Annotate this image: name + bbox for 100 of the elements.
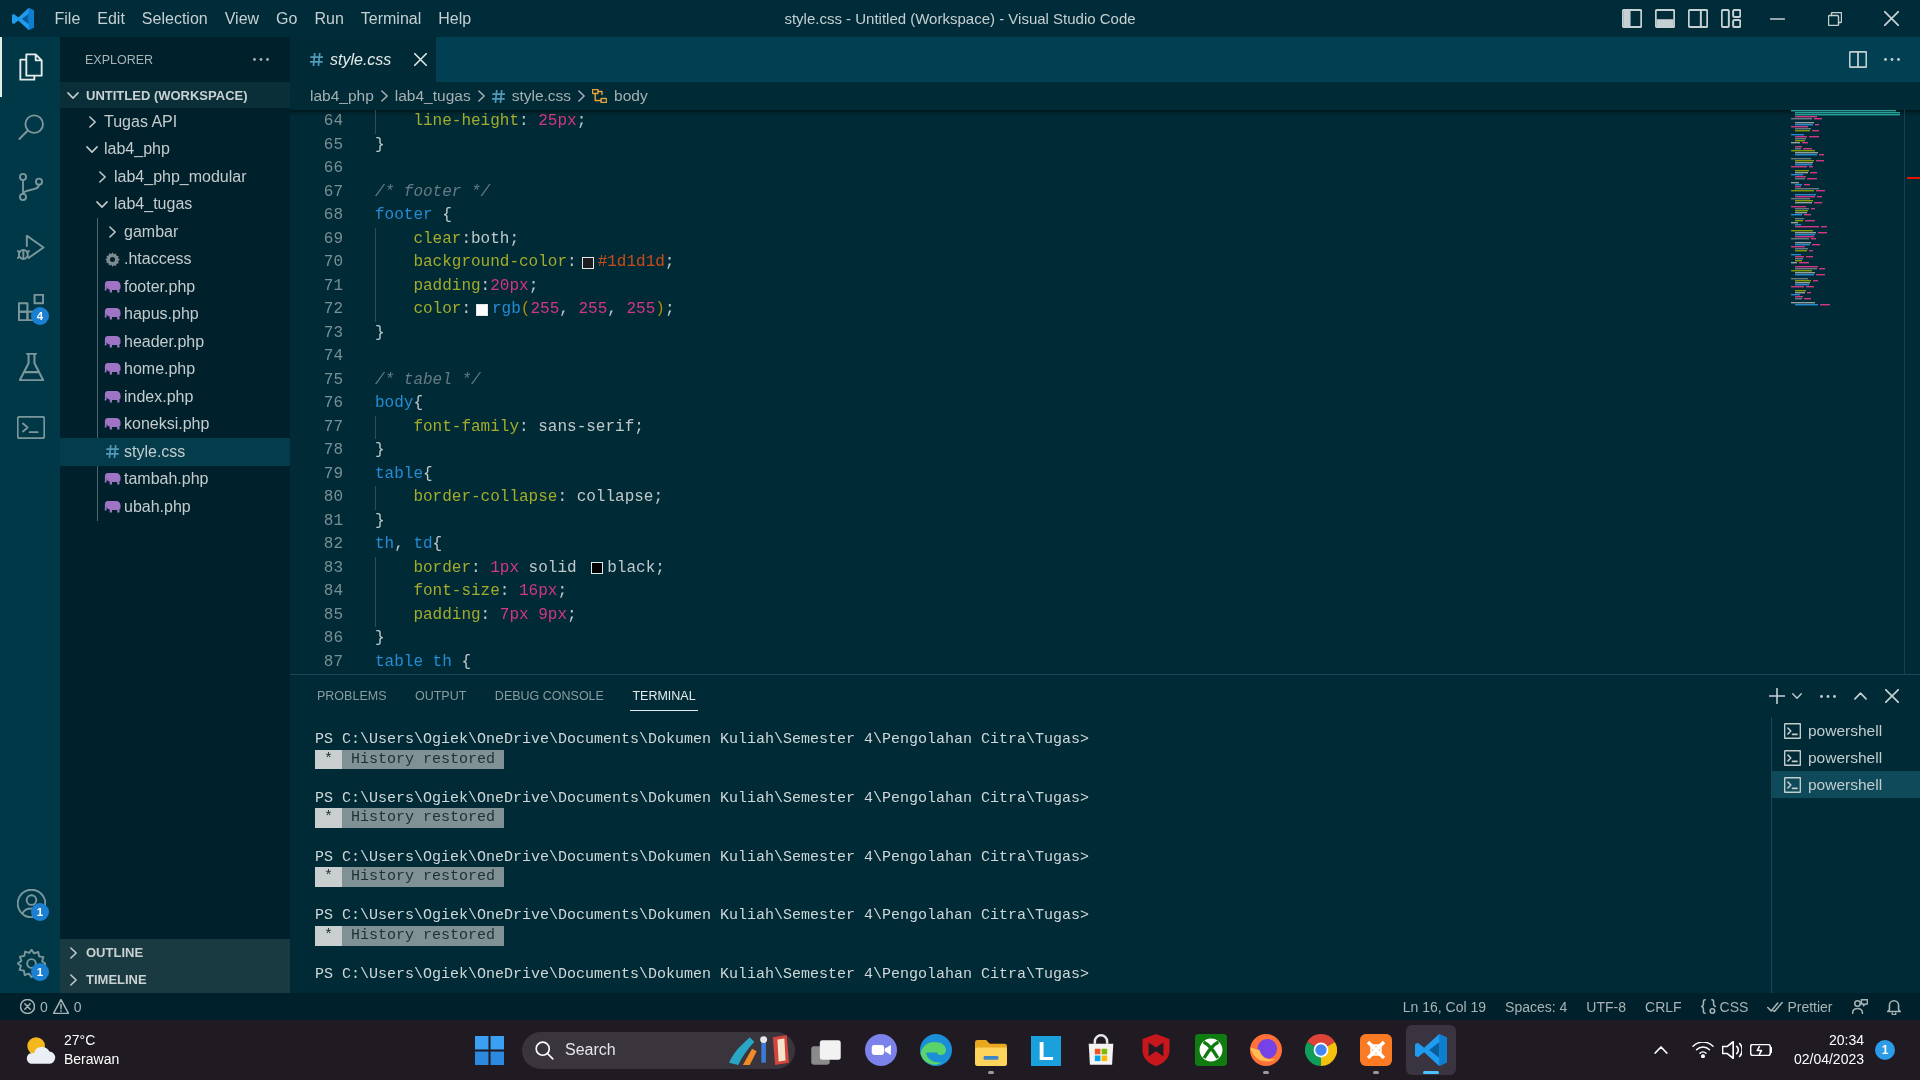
- search-bar[interactable]: Search: [522, 1031, 795, 1069]
- error-icon: [20, 999, 35, 1014]
- breadcrumb-item[interactable]: lab4_tugas: [394, 87, 471, 105]
- color-swatch-icon[interactable]: [476, 303, 488, 316]
- tree-item[interactable]: gambar: [60, 218, 290, 246]
- person-speech-icon[interactable]: [1851, 999, 1868, 1014]
- close-icon[interactable]: [1885, 689, 1899, 703]
- panel-tab[interactable]: OUTPUT: [412, 681, 469, 711]
- color-swatch-icon[interactable]: [581, 256, 594, 269]
- chevron-down-icon[interactable]: [1792, 693, 1802, 699]
- tree-item[interactable]: lab4_php: [60, 135, 290, 163]
- elephant-icon: [103, 280, 121, 293]
- tree-item[interactable]: ubah.php: [60, 493, 290, 521]
- shell-list-item[interactable]: powershell: [1772, 744, 1920, 771]
- line-number: 78: [322, 440, 343, 461]
- status-item[interactable]: UTF-8: [1576, 993, 1636, 1020]
- tree-item[interactable]: koneksi.php: [60, 410, 290, 438]
- battery-icon[interactable]: [1749, 1044, 1772, 1056]
- clock[interactable]: 20:34 02/04/2023: [1793, 1031, 1864, 1069]
- play-bug-icon: [17, 234, 45, 260]
- breadcrumb-item[interactable]: body: [592, 87, 648, 105]
- tree-item[interactable]: Tugas API: [60, 108, 290, 136]
- language-status-item[interactable]: CSS: [1691, 993, 1758, 1020]
- tree-item[interactable]: hapus.php: [60, 300, 290, 328]
- code-text: font-size: 16px;: [413, 581, 568, 602]
- four-squares-icon[interactable]: [474, 1035, 504, 1065]
- activity-tab[interactable]: 4: [0, 277, 60, 337]
- more-actions-icon[interactable]: [1820, 694, 1836, 698]
- line-number: 64: [322, 111, 343, 132]
- braces-icon: [1700, 999, 1716, 1014]
- symbol-tree-icon: [592, 89, 608, 103]
- tree-item[interactable]: header.php: [60, 328, 290, 356]
- menu-item[interactable]: File: [46, 0, 89, 37]
- close-icon[interactable]: [1884, 11, 1899, 26]
- tree-item[interactable]: tambah.php: [60, 465, 290, 493]
- panel-tab[interactable]: PROBLEMS: [315, 681, 389, 711]
- search-input[interactable]: Search: [554, 1035, 729, 1065]
- tree-item[interactable]: style.css: [60, 438, 290, 466]
- code-text: table th {: [375, 651, 471, 673]
- more-actions-icon[interactable]: [1884, 58, 1900, 61]
- menu-item[interactable]: Help: [429, 0, 480, 37]
- gear-icon: [16, 948, 46, 978]
- branch-icon: [19, 173, 43, 201]
- shell-list-item[interactable]: powershell: [1772, 717, 1920, 744]
- terminal-prompt: PS C:\Users\Ogiek\OneDrive\Documents\Dokumen Kuliah\Semester 4\Pengolahan Citra\Tugas>: [315, 907, 1090, 925]
- chevron-up-icon[interactable]: [1854, 692, 1867, 700]
- shell-list-item[interactable]: powershell: [1772, 771, 1920, 798]
- menu-item[interactable]: Go: [267, 0, 306, 37]
- menu-item[interactable]: View: [216, 0, 268, 37]
- formatter-status-item[interactable]: Prettier: [1757, 993, 1842, 1020]
- tree-item[interactable]: index.php: [60, 383, 290, 411]
- shopping-bag-icon: [1087, 1034, 1115, 1066]
- count-badge: 1: [31, 963, 49, 981]
- line-number: 85: [322, 604, 343, 626]
- more-actions-icon[interactable]: [253, 58, 269, 61]
- menu-item[interactable]: Edit: [88, 0, 134, 37]
- menu-item[interactable]: Terminal: [352, 0, 430, 37]
- plus-icon[interactable]: [1769, 688, 1785, 704]
- breadcrumb-item[interactable]: style.css: [491, 87, 572, 105]
- layout-grid-icon[interactable]: [1721, 9, 1741, 28]
- speaker-icon[interactable]: [1721, 1041, 1742, 1059]
- minimap[interactable]: [1789, 110, 1902, 306]
- line-number: 84: [322, 581, 343, 602]
- section-header[interactable]: TIMELINE: [60, 966, 290, 993]
- close-icon[interactable]: [414, 53, 427, 66]
- activity-button[interactable]: 1: [0, 933, 60, 993]
- weather-widget[interactable]: 27°C Berawan: [24, 1031, 120, 1069]
- section-header[interactable]: OUTLINE: [60, 939, 290, 966]
- code-text: border: 1px solid: [413, 557, 578, 579]
- panel-tab[interactable]: DEBUG CONSOLE: [492, 681, 606, 711]
- menu-item[interactable]: Selection: [133, 0, 217, 37]
- problems-status-item[interactable]: 0 0: [20, 993, 92, 1020]
- line-number: 81: [322, 510, 343, 532]
- tree-item[interactable]: lab4_tugas: [60, 190, 290, 218]
- minimize-icon[interactable]: [1770, 17, 1785, 20]
- section-header[interactable]: UNTITLED (WORKSPACE): [60, 82, 290, 108]
- activity-button[interactable]: 1: [0, 873, 60, 933]
- elephant-icon: [103, 418, 121, 431]
- panel-layout-icon[interactable]: [1655, 9, 1675, 28]
- bell-icon[interactable]: [1886, 998, 1901, 1015]
- sidebar-layout-icon[interactable]: [1622, 9, 1642, 28]
- tree-item[interactable]: .htaccess: [60, 245, 290, 273]
- breadcrumb-item[interactable]: lab4_php: [310, 87, 374, 105]
- editor-tab[interactable]: style.css: [290, 37, 436, 82]
- status-item[interactable]: Ln 16, Col 19: [1393, 993, 1496, 1020]
- tree-item[interactable]: footer.php: [60, 273, 290, 301]
- status-item[interactable]: Spaces: 4: [1495, 993, 1577, 1020]
- right-sidebar-layout-icon[interactable]: [1688, 9, 1708, 28]
- line-number: 65: [322, 134, 343, 156]
- cross-tile-icon: [1360, 1034, 1392, 1066]
- tree-item[interactable]: home.php: [60, 355, 290, 383]
- tree-item[interactable]: lab4_php_modular: [60, 163, 290, 191]
- restore-icon[interactable]: [1827, 11, 1842, 26]
- color-swatch-icon[interactable]: [591, 562, 604, 575]
- menu-item[interactable]: Run: [305, 0, 353, 37]
- wifi-icon[interactable]: [1691, 1042, 1714, 1058]
- split-editor-icon[interactable]: [1849, 51, 1867, 68]
- status-item[interactable]: CRLF: [1635, 993, 1692, 1020]
- code-text: color:: [413, 299, 471, 320]
- panel-tab[interactable]: TERMINAL: [630, 681, 698, 711]
